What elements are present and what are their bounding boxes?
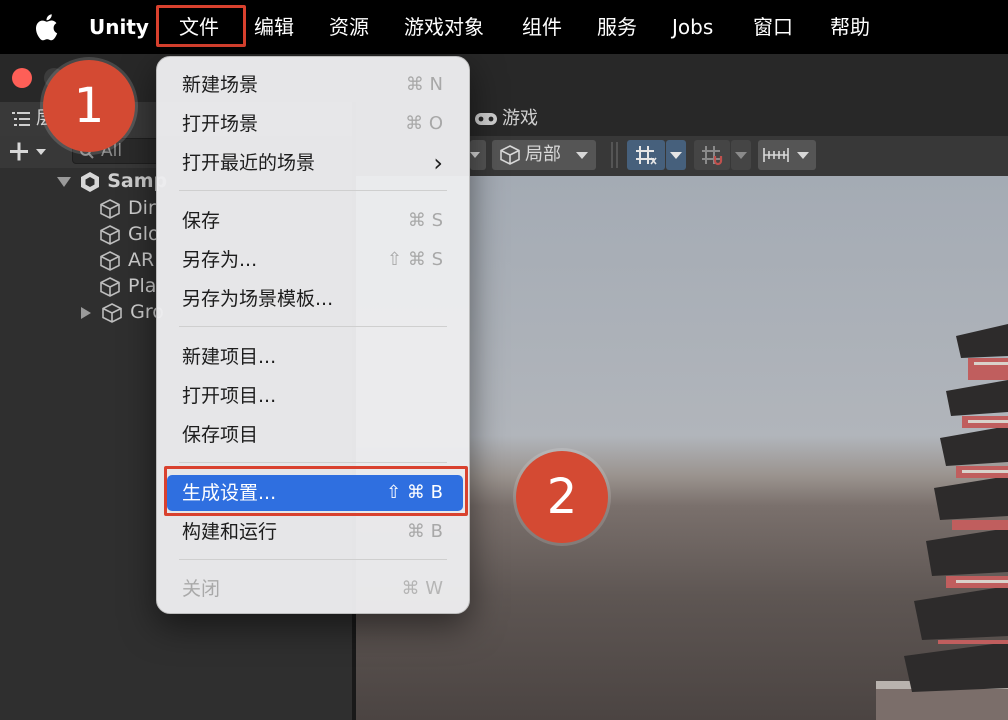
menu-item-save-as-scene-template[interactable]: 另存为场景模板... xyxy=(157,281,471,317)
menu-separator xyxy=(179,190,447,191)
expand-down-arrow-icon[interactable] xyxy=(56,175,72,189)
chevron-down-icon xyxy=(735,152,747,159)
grid-snap-toggle[interactable] xyxy=(627,140,665,170)
toolbar-separator xyxy=(611,142,613,168)
file-dropdown-menu: 新建场景 ⌘ N 打开场景 ⌘ O 打开最近的场景 › 保存 ⌘ S 另存为..… xyxy=(156,56,470,614)
menu-item-build-and-run[interactable]: 构建和运行 ⌘ B xyxy=(157,514,471,550)
menu-item-open-recent-scene[interactable]: 打开最近的场景 › xyxy=(157,145,471,181)
gameobject-cube-icon xyxy=(100,250,120,271)
menu-separator xyxy=(179,326,447,327)
menu-item-label: 打开项目... xyxy=(182,385,277,407)
tree-row-object[interactable]: Dir xyxy=(98,195,156,221)
menu-item-save-project[interactable]: 保存项目 xyxy=(157,417,471,453)
menu-item-label: 新建场景 xyxy=(182,74,259,96)
chevron-down-icon xyxy=(797,152,809,159)
gameobject-cube-icon xyxy=(102,302,122,323)
tree-row-object[interactable]: AR xyxy=(98,247,154,273)
menu-item-shortcut: ⌘ S xyxy=(407,210,443,231)
menu-item-label: 保存 xyxy=(182,210,221,232)
local-button-label: 局部 xyxy=(525,144,561,165)
menu-item-label: 构建和运行 xyxy=(182,521,278,543)
tree-row-label: Glo xyxy=(128,223,160,245)
gameobject-cube-icon xyxy=(100,276,120,297)
menu-separator xyxy=(179,462,447,463)
gamepad-icon xyxy=(475,113,497,125)
menu-jobs[interactable]: Jobs xyxy=(672,0,713,54)
menu-help[interactable]: 帮助 xyxy=(830,0,870,54)
grid-snap-dropdown[interactable] xyxy=(666,140,686,170)
apple-logo-icon[interactable] xyxy=(32,12,58,42)
tree-row-label: AR xyxy=(128,249,155,271)
cube-icon xyxy=(500,145,520,165)
draw-mode-dropdown[interactable] xyxy=(470,140,486,170)
close-window-button[interactable] xyxy=(12,68,32,88)
tree-row-scene[interactable]: Samp xyxy=(56,168,167,194)
chevron-down-icon xyxy=(470,152,480,158)
menu-item-label: 另存为... xyxy=(182,249,258,271)
add-dropdown-icon[interactable] xyxy=(10,142,50,162)
menu-item-label: 保存项目 xyxy=(182,424,259,446)
tree-row-object[interactable]: Pla xyxy=(98,273,156,299)
tree-row-label: Pla xyxy=(128,275,157,297)
menu-services[interactable]: 服务 xyxy=(597,0,637,54)
chevron-down-icon xyxy=(670,152,682,159)
step-badge-1: 1 xyxy=(43,60,135,152)
menu-item-shortcut: ⌘ W xyxy=(401,578,443,599)
menu-window[interactable]: 窗口 xyxy=(753,0,793,54)
menu-bar: Unity 文件 编辑 资源 游戏对象 组件 服务 Jobs 窗口 帮助 xyxy=(0,0,1008,54)
gameobject-cube-icon xyxy=(100,198,120,219)
menu-item-shortcut: ⌘ N xyxy=(405,74,443,95)
menu-assets[interactable]: 资源 xyxy=(329,0,369,54)
ruler-dropdown[interactable] xyxy=(758,140,816,170)
local-pivot-button[interactable]: 局部 xyxy=(492,140,596,170)
menu-item-label: 打开场景 xyxy=(182,113,259,135)
tree-row-label: Dir xyxy=(128,197,156,219)
menu-item-new-project[interactable]: 新建项目... xyxy=(157,339,471,375)
submenu-chevron-right-icon: › xyxy=(433,149,443,177)
tab-game[interactable]: 游戏 xyxy=(502,102,538,136)
menu-gameobject[interactable]: 游戏对象 xyxy=(404,0,484,54)
gameobject-cube-icon xyxy=(100,224,120,245)
menu-item-label: 关闭 xyxy=(182,578,221,600)
menu-item-save-as[interactable]: 另存为... ⇧ ⌘ S xyxy=(157,242,471,278)
menu-item-new-scene[interactable]: 新建场景 ⌘ N xyxy=(157,67,471,103)
tree-row-object[interactable]: Gro xyxy=(78,299,164,325)
unity-scene-icon xyxy=(80,171,99,192)
increment-snap-toggle[interactable] xyxy=(694,140,730,170)
file-menu-highlight-box xyxy=(156,5,246,47)
menu-item-label: 打开最近的场景 xyxy=(182,152,316,174)
menu-item-close: 关闭 ⌘ W xyxy=(157,571,471,607)
menu-item-open-project[interactable]: 打开项目... xyxy=(157,378,471,414)
menu-item-shortcut: ⌘ B xyxy=(406,521,443,542)
menu-item-save[interactable]: 保存 ⌘ S xyxy=(157,203,471,239)
menu-item-shortcut: ⌘ O xyxy=(405,113,443,134)
tree-row-object[interactable]: Glo xyxy=(98,221,160,247)
expand-right-arrow-icon[interactable] xyxy=(78,305,94,321)
menu-separator xyxy=(179,559,447,560)
ruler-icon xyxy=(763,148,789,162)
menu-item-open-scene[interactable]: 打开场景 ⌘ O xyxy=(157,106,471,142)
menu-edit[interactable]: 编辑 xyxy=(254,0,294,54)
chevron-down-icon xyxy=(576,152,588,159)
step-badge-2: 2 xyxy=(516,451,608,543)
grid-snap-icon xyxy=(636,146,657,165)
menu-item-label: 新建项目... xyxy=(182,346,277,368)
list-icon xyxy=(12,112,30,126)
app-menu-unity[interactable]: Unity xyxy=(89,0,149,54)
menu-component[interactable]: 组件 xyxy=(522,0,562,54)
toolbar-separator xyxy=(616,142,618,168)
increment-snap-dropdown[interactable] xyxy=(731,140,751,170)
menu-item-shortcut: ⇧ ⌘ S xyxy=(387,249,443,270)
menu-item-label: 另存为场景模板... xyxy=(182,288,334,310)
build-settings-highlight-box xyxy=(164,466,468,516)
window-title-bar xyxy=(0,54,1008,102)
grid-magnet-icon xyxy=(702,146,723,166)
